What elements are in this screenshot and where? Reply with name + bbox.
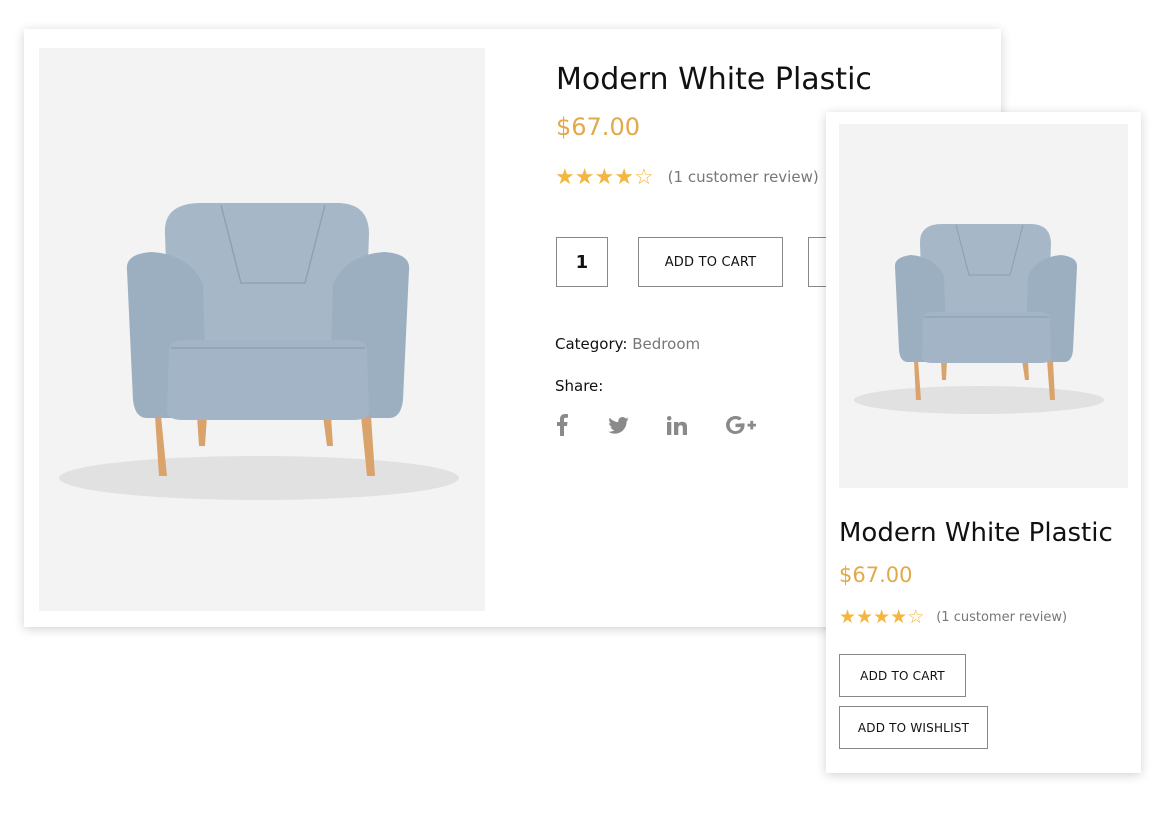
category-link[interactable]: Bedroom	[632, 335, 700, 353]
product-image[interactable]	[839, 124, 1128, 488]
add-to-cart-button[interactable]: ADD TO CART	[839, 654, 966, 697]
product-rating: ★ ★ ★ ★ ☆ (1 customer review)	[839, 608, 1067, 627]
share-label: Share:	[555, 377, 604, 395]
star-empty-icon: ☆	[633, 164, 654, 189]
quantity-input[interactable]: 1	[556, 237, 608, 287]
star-filled-icon: ★	[856, 607, 874, 628]
star-filled-icon: ★	[873, 607, 891, 628]
star-filled-icon: ★	[574, 164, 595, 189]
review-link[interactable]: (1 customer review)	[668, 168, 819, 186]
rating-stars: ★ ★ ★ ★ ☆	[555, 166, 654, 188]
armchair-icon	[59, 203, 459, 500]
add-to-cart-button[interactable]: ADD TO CART	[638, 237, 783, 287]
linkedin-icon[interactable]	[665, 410, 689, 440]
armchair-icon	[854, 224, 1104, 414]
review-link[interactable]: (1 customer review)	[936, 610, 1067, 625]
star-filled-icon: ★	[839, 607, 857, 628]
star-filled-icon: ★	[890, 607, 908, 628]
google-plus-icon[interactable]	[724, 410, 758, 440]
star-filled-icon: ★	[594, 164, 615, 189]
facebook-icon[interactable]	[552, 410, 572, 440]
product-image[interactable]	[39, 48, 485, 611]
star-empty-icon: ☆	[907, 607, 925, 628]
rating-stars: ★ ★ ★ ★ ☆	[839, 608, 924, 627]
category-label: Category:	[555, 335, 628, 353]
star-filled-icon: ★	[614, 164, 634, 189]
product-title: Modern White Plastic	[556, 62, 872, 97]
product-price: $67.00	[556, 113, 640, 141]
mobile-product-card: Modern White Plastic $67.00 ★ ★ ★ ★ ☆ (1…	[826, 112, 1141, 773]
product-category: Category: Bedroom	[555, 335, 700, 353]
product-price: $67.00	[839, 563, 913, 587]
star-filled-icon: ★	[555, 164, 575, 189]
product-rating: ★ ★ ★ ★ ☆ (1 customer review)	[555, 166, 819, 188]
add-to-wishlist-button[interactable]: ADD TO WISHLIST	[839, 706, 988, 749]
twitter-icon[interactable]	[606, 410, 630, 440]
product-title: Modern White Plastic	[839, 518, 1113, 548]
